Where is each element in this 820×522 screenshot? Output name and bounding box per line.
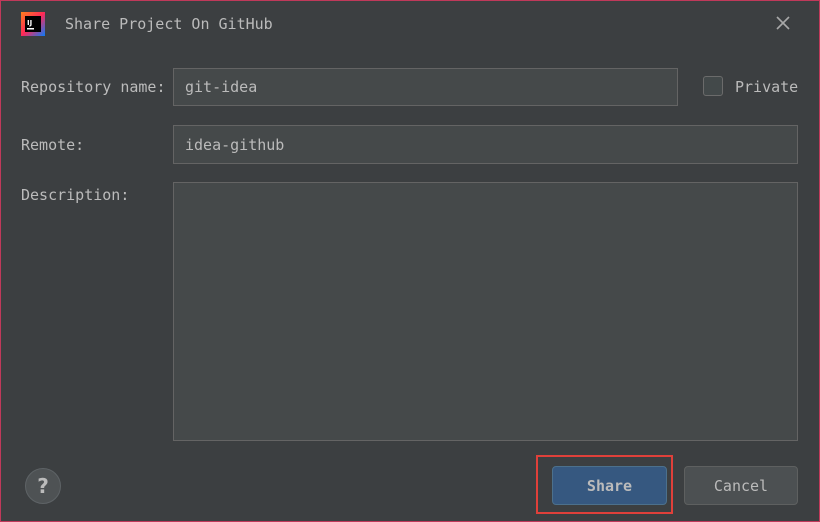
private-checkbox[interactable] [703, 76, 723, 96]
repository-name-label: Repository name: [21, 78, 166, 96]
private-label[interactable]: Private [735, 78, 798, 96]
repository-name-input[interactable] [173, 68, 678, 106]
dialog-titlebar: IJ Share Project On GitHub [1, 1, 819, 47]
dialog-title: Share Project On GitHub [65, 15, 273, 33]
remote-label: Remote: [21, 136, 85, 154]
help-button[interactable]: ? [25, 468, 61, 504]
remote-input[interactable] [173, 125, 798, 164]
description-textarea[interactable] [173, 182, 798, 441]
share-button[interactable]: Share [552, 466, 667, 505]
close-icon[interactable] [773, 13, 793, 33]
svg-text:IJ: IJ [27, 19, 32, 27]
cancel-button[interactable]: Cancel [684, 466, 798, 505]
description-label: Description: [21, 186, 130, 204]
share-project-dialog: IJ Share Project On GitHub Repository na… [0, 0, 820, 522]
intellij-idea-icon: IJ [21, 12, 45, 36]
